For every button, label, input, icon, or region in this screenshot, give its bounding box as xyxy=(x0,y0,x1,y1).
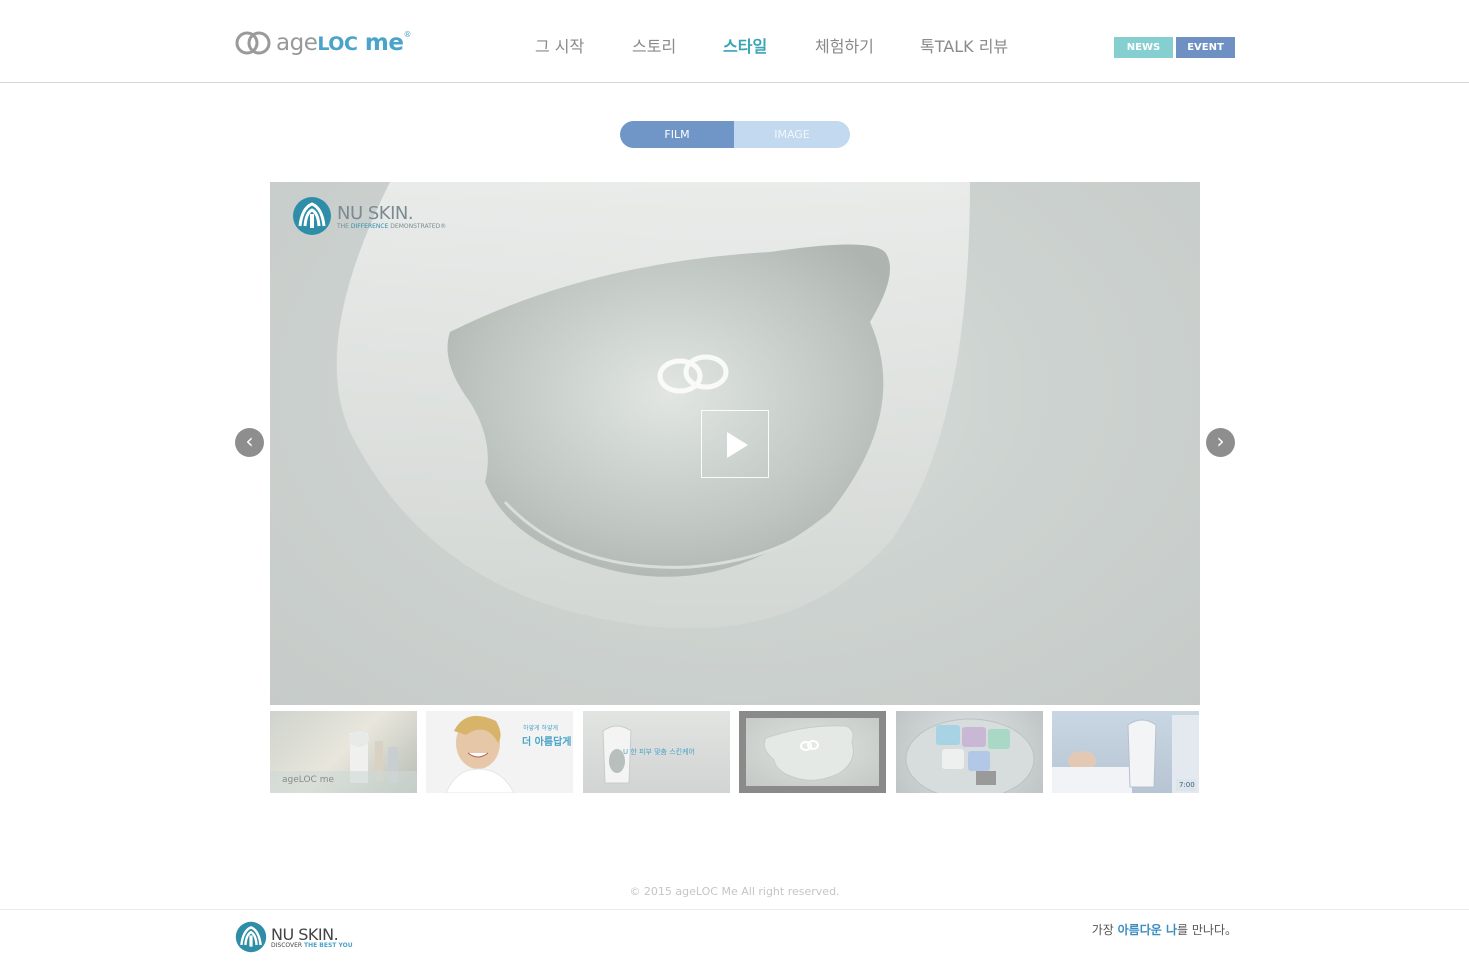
media-tabs: FILM IMAGE xyxy=(620,121,850,148)
play-button[interactable] xyxy=(701,410,769,478)
video-player[interactable]: NU SKIN. THE DIFFERENCE DEMONSTRATED® xyxy=(270,182,1200,705)
nav-item-start[interactable]: 그 시작 xyxy=(535,33,584,57)
thumbnail-2[interactable]: 하얗게 하얗게 더 아름답게 xyxy=(426,711,573,793)
site-header: ageLOC me® 그 시작 스토리 스타일 체험하기 톡TALK 리뷰 NE… xyxy=(0,0,1469,83)
tab-image[interactable]: IMAGE xyxy=(734,121,850,148)
nuskin-watermark: NU SKIN. THE DIFFERENCE DEMONSTRATED® xyxy=(292,196,446,236)
thumbnail-4-image xyxy=(763,725,854,781)
thumbnail-6-caption: 7:00 xyxy=(1179,781,1195,789)
thumbnail-2-caption: 더 아름답게 xyxy=(522,737,572,748)
thumbnail-2-small-caption: 하얗게 하얗게 xyxy=(523,725,559,732)
main-nav: 그 시작 스토리 스타일 체험하기 톡TALK 리뷰 xyxy=(0,33,1469,57)
nav-item-story[interactable]: 스토리 xyxy=(632,33,676,57)
thumbnail-5[interactable] xyxy=(896,711,1043,793)
nav-item-experience[interactable]: 체험하기 xyxy=(815,33,874,57)
footer-nuskin-logo[interactable]: NU SKIN. DISCOVER THE BEST YOU xyxy=(235,921,353,953)
next-arrow-button[interactable]: › xyxy=(1206,428,1235,457)
copyright-text: © 2015 ageLOC Me All right reserved. xyxy=(629,885,840,898)
event-button[interactable]: EVENT xyxy=(1176,37,1235,58)
watermark-title: NU SKIN. xyxy=(337,202,414,224)
footer-logo-subtitle: DISCOVER THE BEST YOU xyxy=(271,942,353,949)
nav-item-talk-review[interactable]: 톡TALK 리뷰 xyxy=(920,33,1008,57)
news-button[interactable]: NEWS xyxy=(1114,37,1173,58)
thumbnail-6-image xyxy=(1052,715,1199,793)
thumbnail-6[interactable]: 7:00 xyxy=(1052,711,1199,793)
thumbnail-3[interactable]: U 한 피부 맞춤 스킨케어 xyxy=(583,711,730,793)
chevron-right-icon: › xyxy=(1216,429,1225,453)
nav-item-style[interactable]: 스타일 xyxy=(723,33,767,57)
thumbnail-5-image xyxy=(905,718,1035,793)
nuskin-logo-icon xyxy=(235,921,267,953)
footer-tagline: 가장 아름다운 나를 만나다。 xyxy=(1091,923,1237,937)
tab-film[interactable]: FILM xyxy=(620,121,734,148)
nuskin-logo-icon xyxy=(293,197,331,235)
footer-divider xyxy=(0,909,1469,910)
thumbnail-1[interactable]: ageLOC me xyxy=(270,711,417,793)
watermark-subtitle: THE DIFFERENCE DEMONSTRATED® xyxy=(337,222,447,230)
prev-arrow-button[interactable]: ‹ xyxy=(235,428,264,457)
thumbnail-strip: ageLOC me 하얗게 하얗게 더 아름답게 U 한 피부 맞춤 스킨케어 xyxy=(270,711,1200,793)
thumbnail-4-selected[interactable] xyxy=(739,711,886,793)
play-icon xyxy=(727,432,748,458)
thumbnail-1-caption: ageLOC me xyxy=(282,775,334,785)
thumbnail-3-caption: U 한 피부 맞춤 스킨케어 xyxy=(623,748,695,756)
chevron-left-icon: ‹ xyxy=(245,429,254,453)
